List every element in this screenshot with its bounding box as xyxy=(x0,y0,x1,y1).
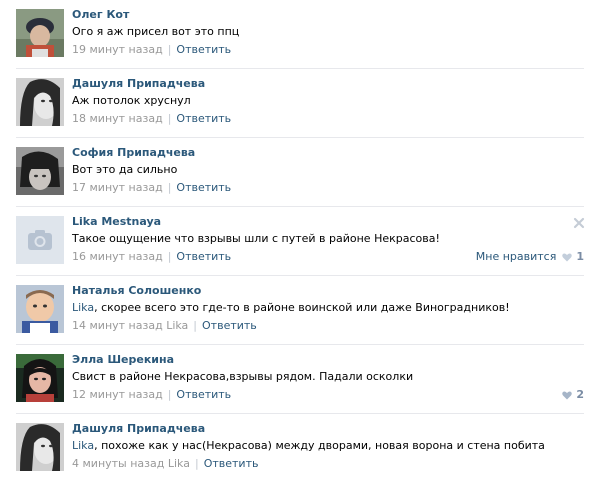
comment-item: Наталья Солошенко Lika, скорее всего это… xyxy=(0,276,600,345)
comment-text: Такое ощущение что взрывы шли с путей в … xyxy=(72,232,440,245)
avatar[interactable] xyxy=(16,78,64,126)
author-name[interactable]: Lika Mestnaya xyxy=(72,215,161,228)
author-name[interactable]: Дашуля Припадчева xyxy=(72,77,205,90)
avatar[interactable] xyxy=(16,423,64,471)
reply-link[interactable]: Ответить xyxy=(176,181,231,194)
comment-meta: 12 минут назад | Ответить xyxy=(72,388,231,401)
comment-time[interactable]: 18 минут назад xyxy=(72,112,163,125)
reply-link[interactable]: Ответить xyxy=(176,112,231,125)
reply-link[interactable]: Ответить xyxy=(204,457,259,470)
comment-time[interactable]: 14 минут назад xyxy=(72,319,163,332)
author-name[interactable]: Дашуля Припадчева xyxy=(72,422,205,435)
comment-meta: 19 минут назад | Ответить xyxy=(72,43,231,56)
comment-item: Элла Шерекина Свист в районе Некрасова,в… xyxy=(0,345,600,414)
close-icon[interactable] xyxy=(573,217,585,229)
heart-icon[interactable] xyxy=(562,252,573,262)
like-control[interactable]: Мне нравится 1 xyxy=(476,250,584,263)
comment-text: Свист в районе Некрасова,взрывы рядом. П… xyxy=(72,370,414,383)
meta-separator: | xyxy=(167,388,172,401)
comment-time[interactable]: 19 минут назад xyxy=(72,43,163,56)
comment-meta: 14 минут назад Lika | Ответить xyxy=(72,319,257,332)
reply-link[interactable]: Ответить xyxy=(176,388,231,401)
meta-separator: | xyxy=(193,319,198,332)
comment-item: София Припадчева Вот это да сильно 17 ми… xyxy=(0,138,600,207)
meta-separator: | xyxy=(194,457,199,470)
heart-icon[interactable] xyxy=(562,390,573,400)
comment-time[interactable]: 4 минуты назад xyxy=(72,457,164,470)
comment-item: Дашуля Припадчева Lika, похоже как у нас… xyxy=(0,414,600,483)
author-name[interactable]: Элла Шерекина xyxy=(72,353,174,366)
comment-item: Lika Mestnaya Такое ощущение что взрывы … xyxy=(0,207,600,276)
avatar[interactable] xyxy=(16,354,64,402)
comment-body: , скорее всего это где-то в районе воинс… xyxy=(94,301,510,314)
reply-to-ref[interactable]: Lika xyxy=(168,457,190,470)
meta-separator: | xyxy=(167,250,172,263)
comment-time[interactable]: 12 минут назад xyxy=(72,388,163,401)
comment-item: Дашуля Припадчева Аж потолок хруснул 18 … xyxy=(0,69,600,138)
like-control[interactable]: 2 xyxy=(556,388,584,401)
comment-time[interactable]: 16 минут назад xyxy=(72,250,163,263)
avatar[interactable] xyxy=(16,9,64,57)
mention-link[interactable]: Lika xyxy=(72,301,94,314)
mention-link[interactable]: Lika xyxy=(72,439,94,452)
author-name[interactable]: Наталья Солошенко xyxy=(72,284,201,297)
comment-time[interactable]: 17 минут назад xyxy=(72,181,163,194)
like-label[interactable]: Мне нравится xyxy=(476,250,557,263)
comment-meta: 16 минут назад | Ответить xyxy=(72,250,231,263)
meta-separator: | xyxy=(167,112,172,125)
comment-item: Олег Кот Ого я аж присел вот это ппц 19 … xyxy=(0,0,600,69)
comment-meta: 4 минуты назад Lika | Ответить xyxy=(72,457,258,470)
avatar[interactable] xyxy=(16,147,64,195)
reply-to-ref[interactable]: Lika xyxy=(166,319,188,332)
comment-text: Lika, скорее всего это где-то в районе в… xyxy=(72,301,510,314)
author-name[interactable]: Олег Кот xyxy=(72,8,129,21)
reply-link[interactable]: Ответить xyxy=(202,319,257,332)
author-name[interactable]: София Припадчева xyxy=(72,146,195,159)
reply-link[interactable]: Ответить xyxy=(176,250,231,263)
meta-separator: | xyxy=(167,43,172,56)
comment-text: Lika, похоже как у нас(Некрасова) между … xyxy=(72,439,545,452)
comment-text: Ого я аж присел вот это ппц xyxy=(72,25,240,38)
like-count: 1 xyxy=(576,250,584,263)
comment-body: , похоже как у нас(Некрасова) между двор… xyxy=(94,439,545,452)
meta-separator: | xyxy=(167,181,172,194)
comment-text: Вот это да сильно xyxy=(72,163,178,176)
like-count: 2 xyxy=(576,388,584,401)
avatar[interactable] xyxy=(16,285,64,333)
comment-meta: 18 минут назад | Ответить xyxy=(72,112,231,125)
comment-text: Аж потолок хруснул xyxy=(72,94,191,107)
camera-icon xyxy=(28,230,52,250)
comment-meta: 17 минут назад | Ответить xyxy=(72,181,231,194)
reply-link[interactable]: Ответить xyxy=(176,43,231,56)
avatar[interactable] xyxy=(16,216,64,264)
